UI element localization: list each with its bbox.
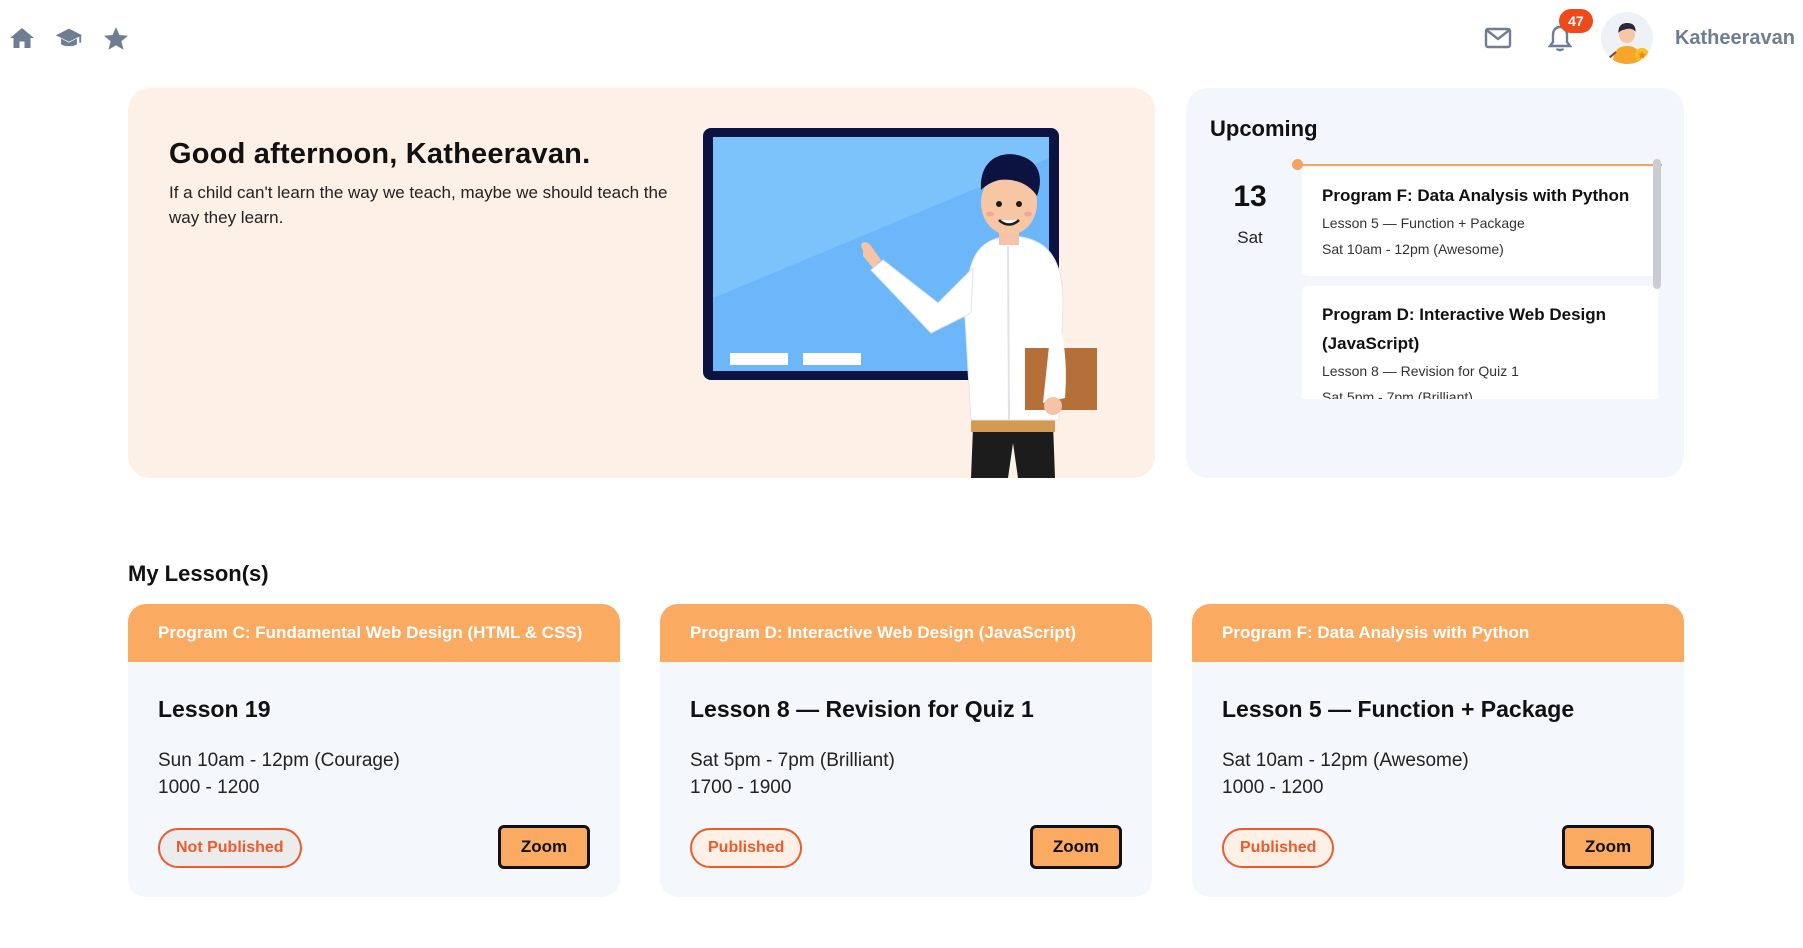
upcoming-item-title: Program D: Interactive Web Design (JavaS… bbox=[1322, 305, 1607, 353]
timeline-line bbox=[1298, 164, 1662, 166]
lesson-card-header: Program F: Data Analysis with Python bbox=[1192, 604, 1684, 662]
upcoming-item-time: Sat 5pm - 7pm (Brilliant) bbox=[1322, 389, 1473, 399]
lesson-card-header: Program D: Interactive Web Design (JavaS… bbox=[660, 604, 1152, 662]
zoom-button[interactable]: Zoom bbox=[1030, 825, 1122, 869]
user-name[interactable]: Katheeravan bbox=[1675, 27, 1795, 50]
avatar[interactable] bbox=[1600, 12, 1653, 64]
upcoming-item-lesson: Lesson 5 — Function + Package bbox=[1322, 215, 1525, 231]
top-bar: 47 Katheeravan bbox=[0, 0, 1803, 76]
lesson-time: Sat 10am - 12pm (Awesome) bbox=[1222, 750, 1469, 771]
teacher-illustration bbox=[703, 128, 1097, 478]
mail-icon[interactable] bbox=[1481, 21, 1515, 55]
lesson-title: Lesson 5 — Function + Package bbox=[1222, 696, 1575, 722]
status-badge: Published bbox=[690, 828, 803, 868]
lesson-card-header: Program C: Fundamental Web Design (HTML … bbox=[128, 604, 620, 662]
greeting-banner: Good afternoon, Katheeravan. If a child … bbox=[128, 88, 1155, 478]
lesson-time: Sat 5pm - 7pm (Brilliant) bbox=[690, 750, 895, 771]
lesson-time-range: 1000 - 1200 bbox=[158, 777, 260, 798]
upcoming-item[interactable]: Program F: Data Analysis with Python Les… bbox=[1302, 167, 1658, 276]
upcoming-day-name: Sat bbox=[1237, 228, 1263, 247]
upcoming-panel: Upcoming 13 Sat Program F: Data Analysis… bbox=[1186, 88, 1684, 478]
upcoming-scrollbar[interactable] bbox=[1653, 159, 1661, 289]
nav-icons bbox=[8, 24, 130, 52]
upcoming-item-title: Program F: Data Analysis with Python bbox=[1322, 186, 1630, 205]
lesson-time-range: 1000 - 1200 bbox=[1222, 777, 1324, 798]
my-lessons-heading: My Lesson(s) bbox=[128, 561, 269, 586]
lesson-program-title: Program C: Fundamental Web Design (HTML … bbox=[158, 623, 583, 642]
user-tools: 47 Katheeravan bbox=[1481, 9, 1795, 66]
upcoming-item-lesson: Lesson 8 — Revision for Quiz 1 bbox=[1322, 363, 1519, 379]
star-icon[interactable] bbox=[102, 24, 130, 52]
upcoming-item-time: Sat 10am - 12pm (Awesome) bbox=[1322, 241, 1504, 257]
lesson-program-title: Program D: Interactive Web Design (JavaS… bbox=[690, 623, 1077, 642]
greeting-quote: If a child can't learn the way we teach,… bbox=[169, 183, 668, 227]
lesson-time-range: 1700 - 1900 bbox=[690, 777, 792, 798]
lesson-card: Program F: Data Analysis with Python Les… bbox=[1192, 604, 1684, 897]
upcoming-day-number: 13 bbox=[1233, 180, 1267, 213]
graduation-cap-icon[interactable] bbox=[55, 24, 83, 52]
lesson-program-title: Program F: Data Analysis with Python bbox=[1222, 623, 1530, 642]
upcoming-item[interactable]: Program D: Interactive Web Design (JavaS… bbox=[1302, 286, 1658, 399]
lesson-title: Lesson 8 — Revision for Quiz 1 bbox=[690, 696, 1034, 722]
home-icon[interactable] bbox=[8, 24, 36, 52]
status-badge: Published bbox=[1222, 828, 1335, 868]
upcoming-list[interactable]: Program F: Data Analysis with Python Les… bbox=[1302, 167, 1672, 399]
lesson-card: Program D: Interactive Web Design (JavaS… bbox=[660, 604, 1152, 897]
zoom-button[interactable]: Zoom bbox=[498, 825, 590, 869]
notification-button[interactable]: 47 bbox=[1543, 9, 1593, 55]
upcoming-title: Upcoming bbox=[1210, 116, 1318, 141]
zoom-button[interactable]: Zoom bbox=[1562, 825, 1654, 869]
lesson-card: Program C: Fundamental Web Design (HTML … bbox=[128, 604, 620, 897]
lesson-time: Sun 10am - 12pm (Courage) bbox=[158, 750, 400, 771]
lesson-title: Lesson 19 bbox=[158, 696, 271, 722]
greeting-title: Good afternoon, Katheeravan. bbox=[169, 138, 591, 170]
notification-count-badge: 47 bbox=[1558, 9, 1593, 33]
status-badge: Not Published bbox=[158, 828, 302, 868]
